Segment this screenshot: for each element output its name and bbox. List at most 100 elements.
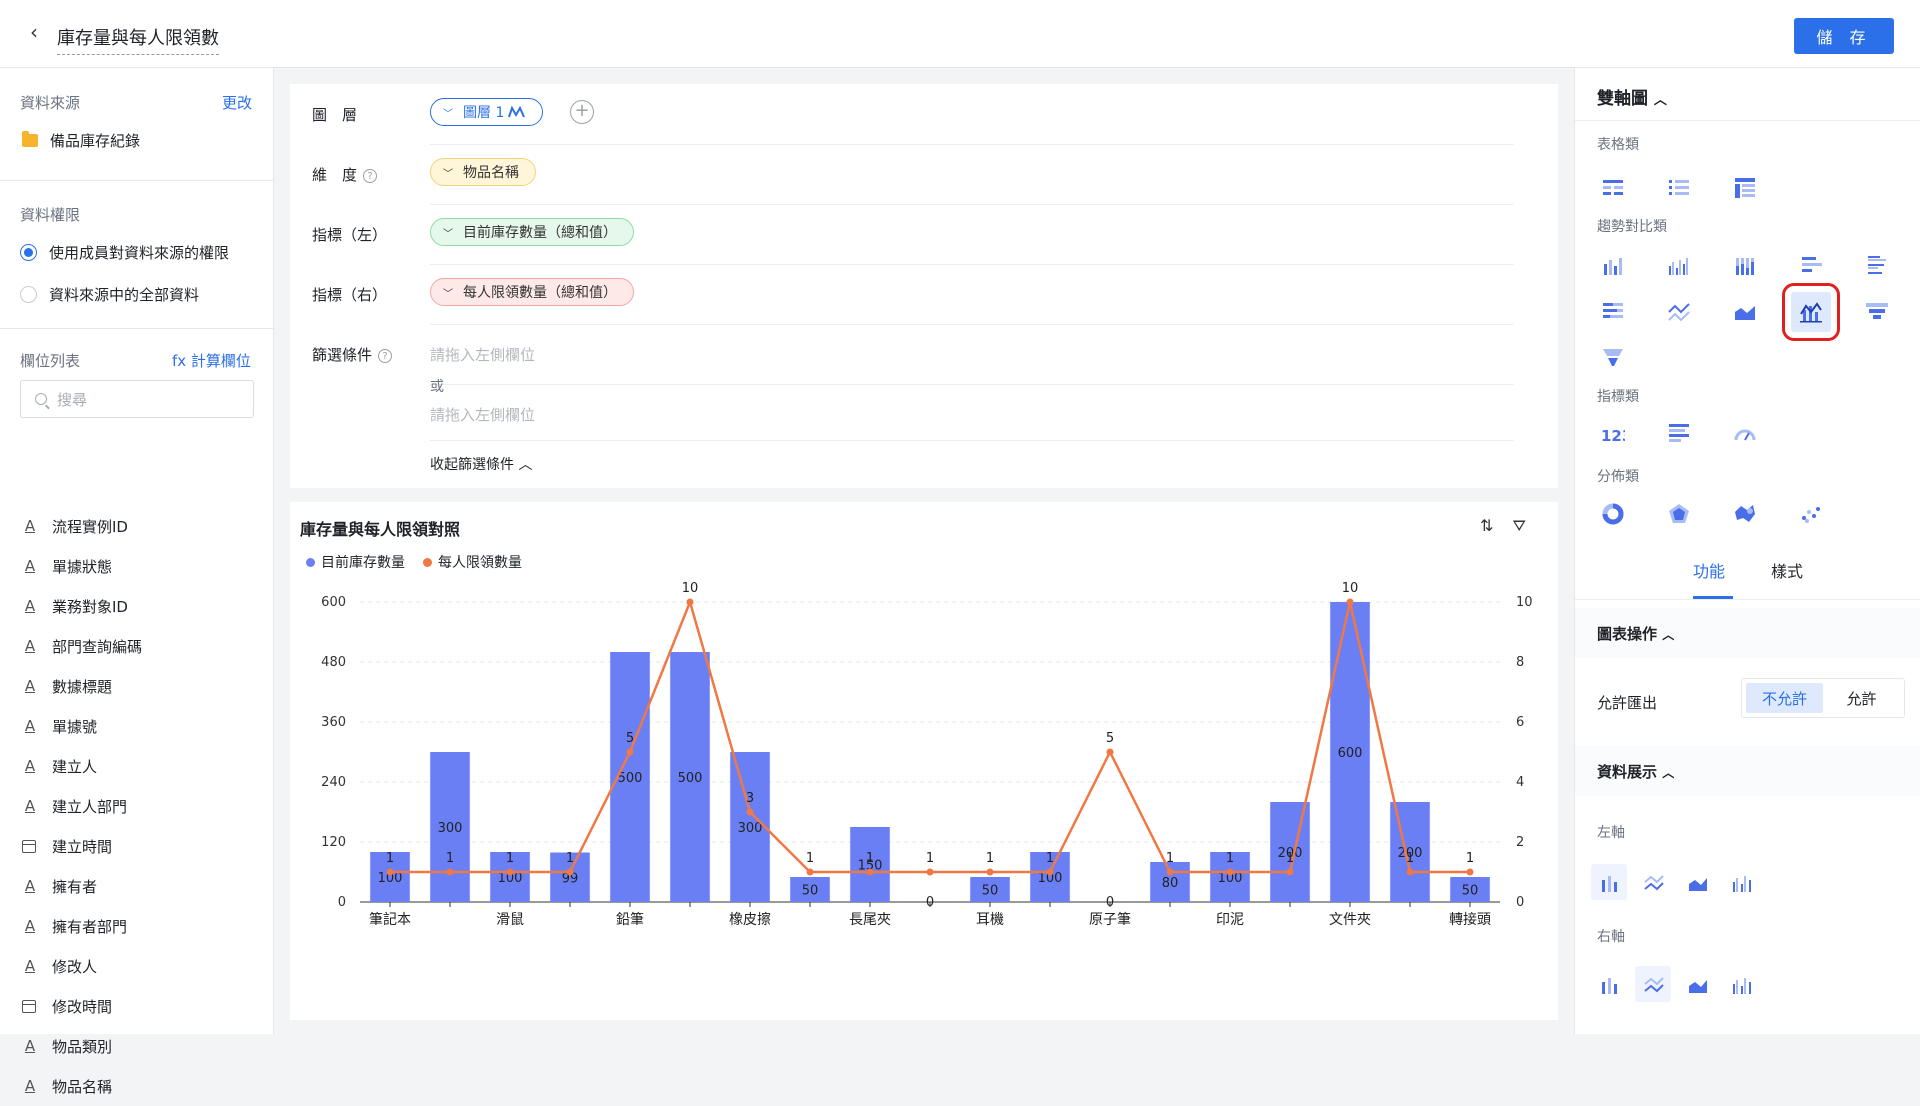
x-axis-category-label: 筆記本 [369,911,411,928]
legend-item-limit[interactable]: 每人限領數量 [423,552,522,572]
number-card-icon[interactable]: 123 [1593,414,1633,454]
calculated-field-link[interactable]: fx 計算欄位 [172,350,251,371]
field-item[interactable]: A 單據號 [22,706,142,746]
field-search-input[interactable]: 搜尋 [20,380,254,418]
area-chart-icon[interactable] [1725,292,1765,332]
horizontal-bar-icon[interactable] [1791,246,1831,286]
table-icon[interactable] [1593,168,1633,208]
data-display-section[interactable]: 資料展示 ︿ [1575,746,1920,796]
right-axis-line-icon[interactable] [1635,966,1671,1002]
list-icon[interactable] [1659,168,1699,208]
legend-item-stock[interactable]: 目前庫存數量 [306,552,405,572]
left-axis-grouped-bar-icon[interactable] [1723,864,1759,900]
field-label: 流程實例ID [52,517,128,536]
pivot-table-icon[interactable] [1725,168,1765,208]
back-chevron-icon[interactable]: ‹ [30,20,52,48]
permission-option-all[interactable]: 資料來源中的全部資料 [20,284,199,305]
field-item[interactable]: 修改時間 [22,986,142,1026]
line-data-label: 1 [986,851,994,866]
metric-left-pill[interactable]: ﹀ 目前庫存數量（總和值） [430,218,634,246]
chart-type-title[interactable]: 雙軸圖 ︿ [1597,84,1667,109]
map-chart-icon[interactable] [1725,494,1765,534]
chevron-up-icon: ︿ [1653,93,1667,108]
field-item[interactable]: A 單據狀態 [22,546,142,586]
field-item[interactable]: A 物品類別 [22,1026,142,1066]
field-item[interactable]: A 建立人部門 [22,786,142,826]
field-item[interactable]: A 部門查詢編碼 [22,626,142,666]
export-disallow-option[interactable]: 不允許 [1746,683,1823,713]
chevron-down-icon: ﹀ [443,168,453,180]
horizontal-stacked-bar-icon[interactable] [1593,292,1633,332]
sort-icon[interactable]: ⇅ [1480,516,1493,535]
donut-chart-icon[interactable] [1593,494,1633,534]
radio-selected-icon[interactable] [20,244,37,261]
right-axis-tick: 2 [1516,835,1524,850]
divider [0,328,274,329]
help-icon[interactable]: ? [363,169,378,183]
x-axis-category-label: 橡皮擦 [729,911,771,928]
save-button[interactable]: 儲 存 [1794,18,1894,54]
calendar-icon [22,999,36,1013]
line-point [1046,868,1054,876]
bar-data-label: 500 [678,771,703,786]
tab-style[interactable]: 樣式 [1771,558,1803,582]
ranking-bar-icon[interactable] [1659,414,1699,454]
tab-function[interactable]: 功能 [1693,558,1725,582]
change-source-link[interactable]: 更改 [222,92,252,113]
field-item[interactable]: A 物品名稱 [22,1066,142,1106]
right-axis-bar-icon[interactable] [1591,966,1627,1002]
filter-icon[interactable]: ⛛ [1513,516,1526,535]
field-item[interactable]: A 修改人 [22,946,142,986]
line-data-label: 1 [1046,851,1054,866]
grouped-bar-icon[interactable] [1659,246,1699,286]
x-axis-category-label: 滑鼠 [496,911,524,928]
horizontal-grouped-bar-icon[interactable] [1857,246,1897,286]
text-type-icon: A [24,917,36,935]
right-axis-label: 右軸 [1597,929,1625,945]
data-source-item[interactable]: 備品庫存紀錄 [22,130,140,151]
gauge-icon[interactable] [1725,414,1765,454]
page-title[interactable]: 庫存量與每人限領數 [57,24,219,55]
field-label: 建立時間 [52,837,113,856]
scatter-chart-icon[interactable] [1791,494,1831,534]
right-axis-grouped-bar-icon[interactable] [1723,966,1759,1002]
field-list-label: 欄位列表 [20,352,81,370]
field-item[interactable]: A 數據標題 [22,666,142,706]
field-item[interactable]: 建立時間 [22,826,142,866]
layer-pill-label: 圖層 1 [463,105,505,121]
collapse-filter-button[interactable]: 收起篩選條件 ︿ [430,454,532,474]
funnel-chart-icon[interactable] [1857,292,1897,332]
metric-left-label: 指標（左） [312,226,388,244]
left-axis-area-icon[interactable] [1679,864,1715,900]
field-item[interactable]: A 擁有者部門 [22,906,142,946]
left-axis-line-icon[interactable] [1635,864,1671,900]
filter-drop-zone-2[interactable]: 請拖入左側欄位 [430,404,535,425]
bar-chart-icon[interactable] [1593,246,1633,286]
field-item[interactable]: A 擁有者 [22,866,142,906]
dimension-pill[interactable]: ﹀ 物品名稱 [430,158,536,186]
stacked-bar-icon[interactable] [1725,246,1765,286]
allow-export-label: 允許匯出 [1597,694,1658,712]
text-type-icon: A [24,637,36,655]
line-chart-icon[interactable] [1659,292,1699,332]
field-item[interactable]: A 建立人 [22,746,142,786]
left-axis-bar-icon[interactable] [1591,864,1627,900]
help-icon[interactable]: ? [378,349,393,363]
line-data-label: 1 [566,851,574,866]
field-item[interactable]: A 流程實例ID [22,506,142,546]
metric-right-pill[interactable]: ﹀ 每人限領數量（總和值） [430,278,634,306]
line-point [386,868,394,876]
export-allow-option[interactable]: 允許 [1823,683,1900,713]
permission-option-member[interactable]: 使用成員對資料來源的權限 [20,242,229,263]
add-layer-icon[interactable]: + [570,100,594,124]
field-item[interactable]: A 業務對象ID [22,586,142,626]
layer-pill[interactable]: ﹀ 圖層 1 [430,98,544,126]
right-axis-tick: 10 [1516,595,1533,610]
chart-ops-section[interactable]: 圖表操作 ︿ [1575,608,1920,658]
dual-axis-chart-icon[interactable] [1782,283,1840,341]
radar-chart-icon[interactable] [1659,494,1699,534]
right-axis-area-icon[interactable] [1679,966,1715,1002]
filter-drop-zone-1[interactable]: 請拖入左側欄位 [430,344,535,365]
radio-unselected-icon[interactable] [20,286,37,303]
inverted-funnel-icon[interactable] [1593,338,1633,378]
